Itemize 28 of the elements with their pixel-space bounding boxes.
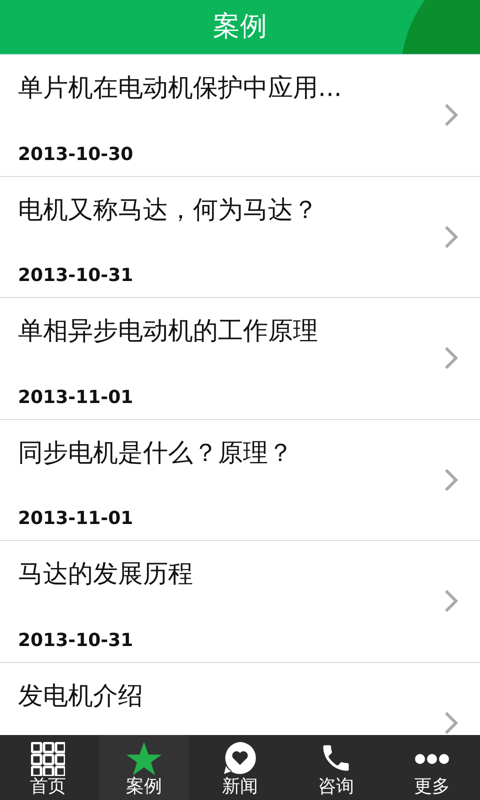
article-title: 发电机介绍 (18, 680, 144, 712)
nav-tab[interactable]: 案例 (99, 735, 189, 800)
article-title: 同步电机是什么？原理？ (18, 436, 294, 468)
article-date: 2013-10-30 (18, 142, 134, 166)
article-row[interactable]: 单片机在电动机保护中应用... 2013-10-30 (0, 55, 480, 176)
chevron-right-icon (444, 589, 458, 614)
article-title: 电机又称马达，何为马达？ (18, 194, 319, 226)
article-row[interactable]: 同步电机是什么？原理？ 2013-11-01 (0, 420, 480, 541)
chevron-right-icon (444, 346, 458, 370)
page-title: 案例 (213, 10, 267, 44)
article-date: 2013-10-31 (18, 628, 134, 652)
chevron-right-icon (444, 710, 458, 735)
star-icon (126, 742, 162, 776)
article-row[interactable]: 马达的发展历程 2013-10-31 (0, 541, 480, 662)
article-title: 马达的发展历程 (18, 558, 194, 590)
more-icon (414, 753, 450, 765)
chevron-right-icon (444, 468, 458, 492)
article-row[interactable]: 单相异步电动机的工作原理 2013-11-01 (0, 298, 480, 420)
heart-bubble-icon (222, 740, 258, 776)
article-title: 单相异步电动机的工作原理 (18, 315, 319, 347)
article-row[interactable]: 电机又称马达，何为马达？ 2013-10-31 (0, 176, 480, 298)
chevron-right-icon (444, 103, 458, 128)
article-date: 2013-11-01 (18, 386, 134, 410)
chevron-right-icon (444, 224, 458, 249)
article-date: 2013-11-01 (18, 507, 134, 531)
grid-icon (31, 742, 65, 776)
article-date: 2013-10-31 (18, 264, 134, 288)
article-title: 单片机在电动机保护中应用... (18, 72, 343, 104)
